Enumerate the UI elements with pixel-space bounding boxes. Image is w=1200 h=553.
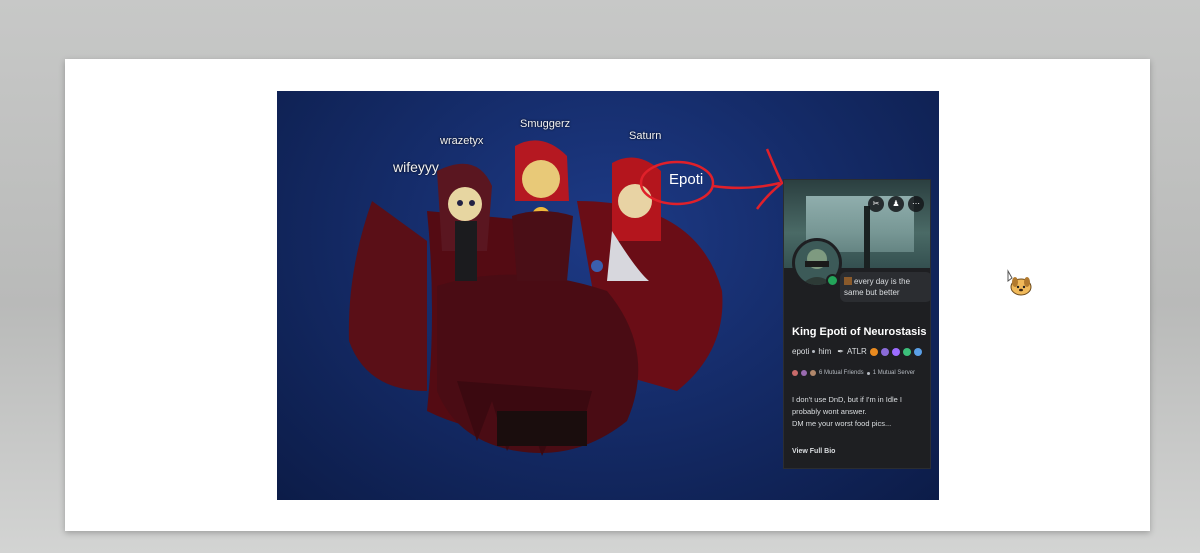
- mutual-avatar: [801, 370, 807, 376]
- annotation-label: Epoti: [669, 171, 704, 188]
- clan-tag-icon: ✒: [837, 347, 844, 356]
- bio-line: DM me your worst food pics...: [792, 419, 892, 428]
- mutual-servers[interactable]: 1 Mutual Server: [873, 370, 915, 376]
- handle-row: epoti him ✒ ATLR: [792, 347, 922, 356]
- add-friend-icon[interactable]: ♟: [888, 196, 904, 212]
- badge-icon[interactable]: [902, 347, 911, 356]
- bio: I don't use DnD, but if I'm in Idle I pr…: [792, 394, 924, 430]
- badge-icon[interactable]: [913, 347, 922, 356]
- badge-icon[interactable]: [891, 347, 900, 356]
- view-full-bio-link[interactable]: View Full Bio: [792, 448, 835, 455]
- game-screenshot: wifeyyy wrazetyx Smuggerz Saturn Epoti ✂…: [277, 91, 939, 500]
- status-emoji-icon: [844, 277, 852, 285]
- nametag-saturn: Saturn: [629, 130, 662, 142]
- mutual-avatar: [792, 370, 798, 376]
- more-icon[interactable]: ⋯: [908, 196, 924, 212]
- scissors-icon[interactable]: ✂: [868, 196, 884, 212]
- nametag-smuggerz: Smuggerz: [520, 118, 571, 130]
- clan-tag[interactable]: ATLR: [847, 347, 867, 356]
- discord-profile-card: ✂ ♟ ⋯ every day is the same but better K…: [783, 179, 931, 469]
- mutual-friends[interactable]: 6 Mutual Friends: [819, 370, 864, 376]
- display-name: King Epoti of Neurostasis: [792, 326, 927, 338]
- image-canvas: wifeyyy wrazetyx Smuggerz Saturn Epoti ✂…: [65, 59, 1150, 531]
- status-text: every day is the same but better: [844, 277, 911, 297]
- bio-line: I don't use DnD, but if I'm in Idle I pr…: [792, 395, 902, 416]
- username: epoti: [792, 347, 810, 356]
- online-status-dot: [826, 274, 839, 287]
- mutual-avatar: [810, 370, 816, 376]
- badge-icon[interactable]: [869, 347, 878, 356]
- pronouns: him: [818, 347, 832, 356]
- mutuals-row[interactable]: 6 Mutual Friends 1 Mutual Server: [792, 370, 915, 376]
- nametag-wifeyyy: wifeyyy: [393, 159, 439, 175]
- separator-dot: [812, 350, 816, 353]
- card-actions: ✂ ♟ ⋯: [868, 196, 924, 212]
- custom-status: every day is the same but better: [840, 272, 930, 302]
- separator-dot: [866, 371, 870, 375]
- nametag-wrazetyx: wrazetyx: [440, 135, 484, 147]
- dog-sticker-icon: [1007, 269, 1032, 296]
- badge-icon[interactable]: [880, 347, 889, 356]
